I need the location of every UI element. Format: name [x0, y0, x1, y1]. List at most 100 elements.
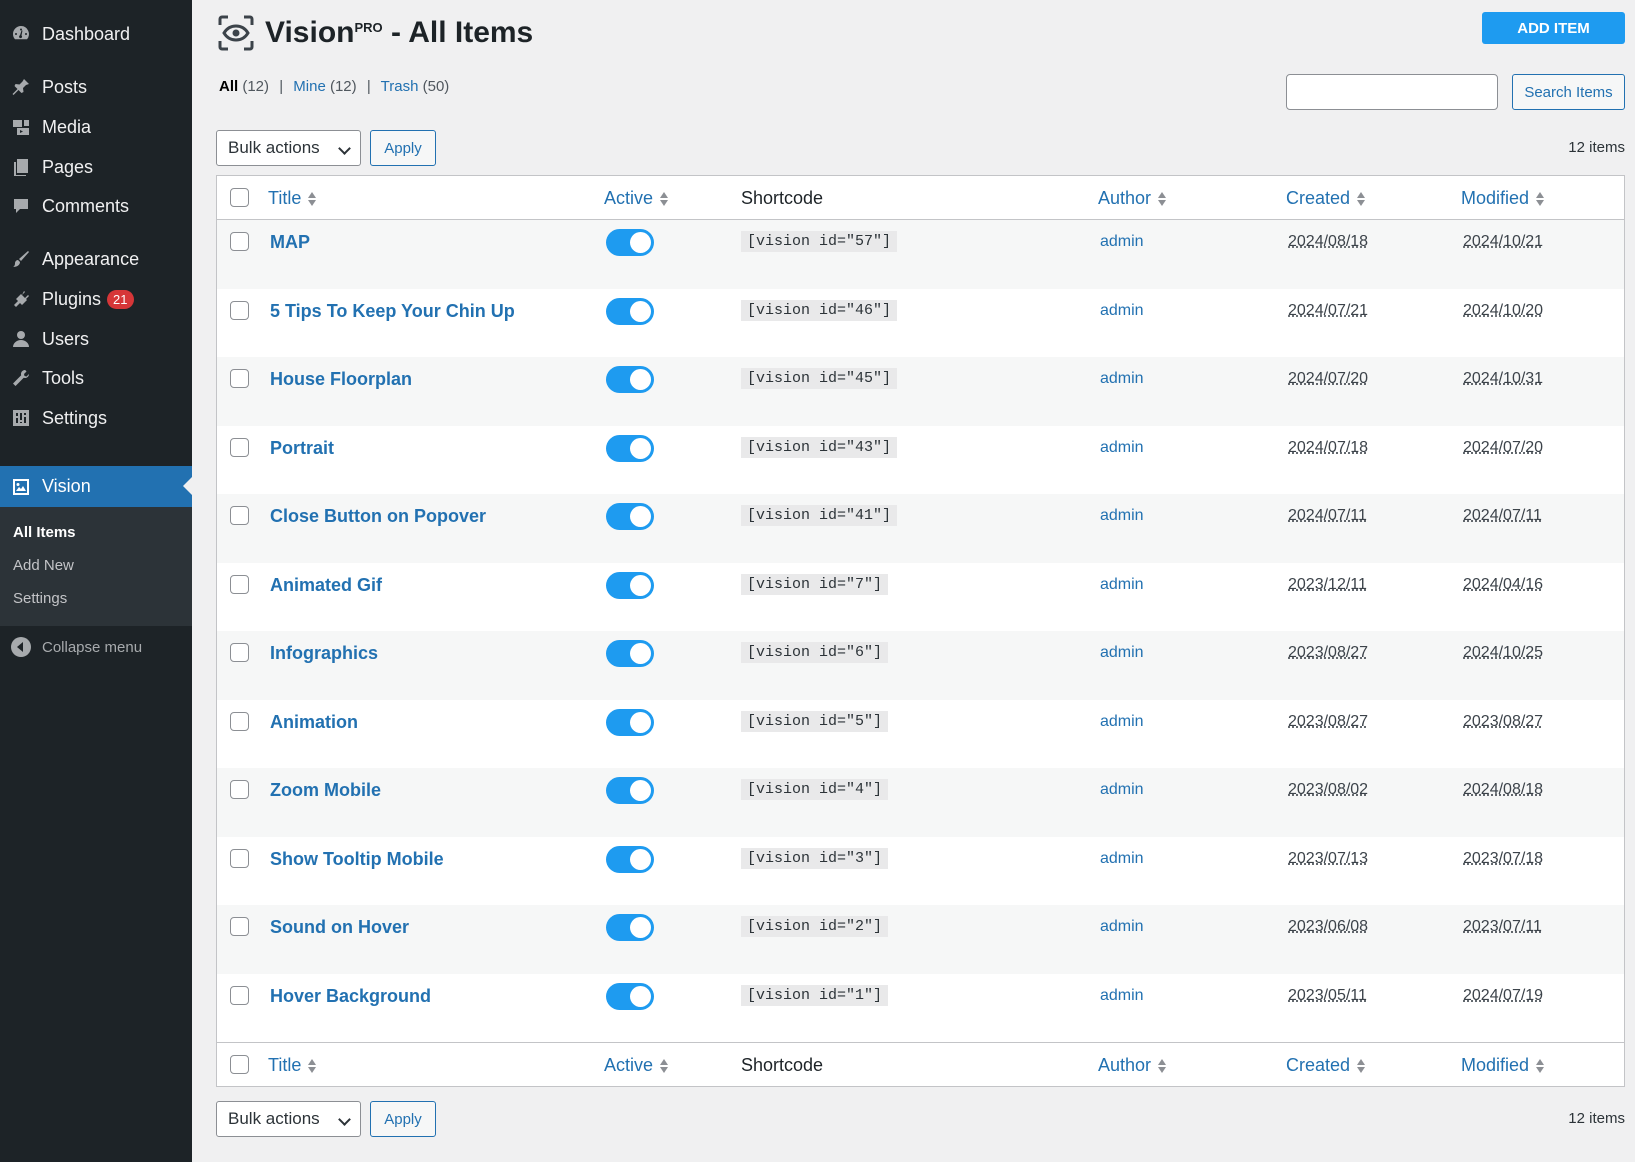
row-checkbox[interactable]	[230, 506, 249, 525]
column-footer-active[interactable]: Active	[604, 1055, 668, 1076]
row-checkbox[interactable]	[230, 437, 249, 457]
sidebar-item-pages[interactable]: Pages	[0, 147, 192, 187]
sidebar-item-label: Comments	[42, 195, 130, 216]
apply-button-bottom[interactable]: Apply	[370, 1101, 436, 1137]
active-toggle[interactable]	[606, 434, 654, 462]
author-link[interactable]: admin	[1100, 576, 1144, 594]
row-checkbox[interactable]	[230, 711, 249, 731]
active-toggle[interactable]	[606, 366, 654, 393]
toggle-knob	[630, 848, 651, 870]
item-title-link[interactable]: Animated Gif	[270, 575, 382, 596]
dashboard-icon	[10, 23, 32, 45]
author-link[interactable]: admin	[1100, 233, 1144, 251]
filter-all-link[interactable]: All	[219, 78, 238, 95]
add-item-button[interactable]: ADD ITEM	[1482, 12, 1625, 44]
row-checkbox[interactable]	[230, 232, 249, 251]
column-header-title[interactable]: Title	[268, 188, 316, 209]
active-toggle[interactable]	[606, 708, 654, 736]
author-link[interactable]: admin	[1100, 713, 1144, 731]
sidebar-item-plugins[interactable]: Plugins 21	[0, 279, 192, 319]
modified-date: 2024/07/11	[1463, 507, 1542, 524]
item-title-link[interactable]: Animation	[270, 712, 358, 733]
active-toggle[interactable]	[606, 640, 654, 667]
active-toggle[interactable]	[606, 845, 654, 873]
item-title-link[interactable]: Portrait	[270, 438, 334, 459]
author-link[interactable]: admin	[1100, 370, 1144, 388]
row-checkbox[interactable]	[230, 369, 249, 388]
item-title-link[interactable]: House Floorplan	[270, 369, 412, 390]
item-title-link[interactable]: Show Tooltip Mobile	[270, 849, 444, 870]
author-link[interactable]: admin	[1100, 918, 1144, 936]
sidebar-item-vision[interactable]: Vision	[0, 466, 192, 507]
shortcode: [vision id="45"]	[741, 368, 898, 389]
sidebar-item-settings[interactable]: Settings	[0, 398, 192, 438]
search-input[interactable]	[1286, 74, 1498, 110]
vision-submenu: All Items Add New Settings	[0, 507, 192, 626]
plugin-icon	[10, 288, 32, 310]
sidebar-item-posts[interactable]: Posts	[0, 67, 192, 107]
column-footer-title[interactable]: Title	[268, 1055, 316, 1076]
author-link[interactable]: admin	[1100, 302, 1144, 320]
author-link[interactable]: admin	[1100, 781, 1144, 799]
active-toggle[interactable]	[606, 503, 654, 530]
submenu-all-items[interactable]: All Items	[13, 524, 76, 541]
bulk-actions-select-top[interactable]: Bulk actions	[216, 130, 361, 166]
row-checkbox[interactable]	[230, 917, 249, 936]
row-checkbox[interactable]	[230, 848, 249, 868]
collapse-menu-button[interactable]: Collapse menu	[0, 636, 192, 658]
author-link[interactable]: admin	[1100, 987, 1144, 1005]
row-checkbox[interactable]	[230, 574, 249, 594]
column-footer-author[interactable]: Author	[1098, 1055, 1166, 1076]
created-date: 2024/07/18	[1288, 438, 1369, 456]
sidebar-item-tools[interactable]: Tools	[0, 358, 192, 398]
item-title-link[interactable]: MAP	[270, 232, 310, 253]
table-row: Sound on Hover [vision id="2"] admin 2023/0…	[217, 905, 1624, 974]
sidebar-item-users[interactable]: Users	[0, 319, 192, 359]
row-checkbox[interactable]	[230, 780, 249, 799]
search-items-button[interactable]: Search Items	[1512, 74, 1625, 110]
sidebar-item-media[interactable]: Media	[0, 107, 192, 147]
column-header-modified[interactable]: Modified	[1461, 188, 1544, 209]
apply-button-top[interactable]: Apply	[370, 130, 436, 166]
active-toggle[interactable]	[606, 982, 654, 1010]
column-footer-created[interactable]: Created	[1286, 1055, 1365, 1076]
filter-trash-link[interactable]: Trash	[381, 78, 419, 95]
submenu-settings[interactable]: Settings	[13, 590, 67, 607]
item-title-link[interactable]: Infographics	[270, 643, 378, 664]
item-title-link[interactable]: Hover Background	[270, 986, 431, 1007]
active-toggle[interactable]	[606, 571, 654, 599]
sidebar-item-dashboard[interactable]: Dashboard	[0, 14, 192, 54]
item-title-link[interactable]: Zoom Mobile	[270, 780, 381, 801]
column-header-active[interactable]: Active	[604, 188, 668, 209]
author-link[interactable]: admin	[1100, 850, 1144, 868]
toggle-knob	[630, 574, 651, 596]
submenu-add-new[interactable]: Add New	[13, 557, 74, 574]
author-link[interactable]: admin	[1100, 507, 1144, 525]
modified-date: 2024/07/19	[1463, 986, 1544, 1004]
column-footer-modified[interactable]: Modified	[1461, 1055, 1544, 1076]
item-title-link[interactable]: Close Button on Popover	[270, 506, 486, 527]
author-link[interactable]: admin	[1100, 644, 1144, 662]
row-checkbox[interactable]	[230, 300, 249, 320]
table-header: Title Active Shortcode Author Created Mo…	[217, 176, 1624, 220]
select-all-checkbox[interactable]	[230, 188, 249, 207]
active-toggle[interactable]	[606, 777, 654, 804]
row-checkbox[interactable]	[230, 985, 249, 1005]
table-row: Infographics [vision id="6"] admin 2023/08/…	[217, 631, 1624, 700]
sidebar-item-comments[interactable]: Comments	[0, 186, 192, 226]
shortcode: [vision id="57"]	[741, 231, 898, 252]
bulk-actions-label: Bulk actions	[228, 138, 320, 157]
column-header-author[interactable]: Author	[1098, 188, 1166, 209]
item-title-link[interactable]: 5 Tips To Keep Your Chin Up	[270, 301, 515, 322]
row-checkbox[interactable]	[230, 643, 249, 662]
filter-mine-link[interactable]: Mine	[293, 78, 326, 95]
author-link[interactable]: admin	[1100, 439, 1144, 457]
select-all-checkbox-footer[interactable]	[230, 1055, 249, 1074]
bulk-actions-select-bottom[interactable]: Bulk actions	[216, 1101, 361, 1137]
active-toggle[interactable]	[606, 297, 654, 325]
active-toggle[interactable]	[606, 914, 654, 941]
sidebar-item-appearance[interactable]: Appearance	[0, 239, 192, 279]
column-header-created[interactable]: Created	[1286, 188, 1365, 209]
item-title-link[interactable]: Sound on Hover	[270, 917, 409, 938]
active-toggle[interactable]	[606, 229, 654, 256]
